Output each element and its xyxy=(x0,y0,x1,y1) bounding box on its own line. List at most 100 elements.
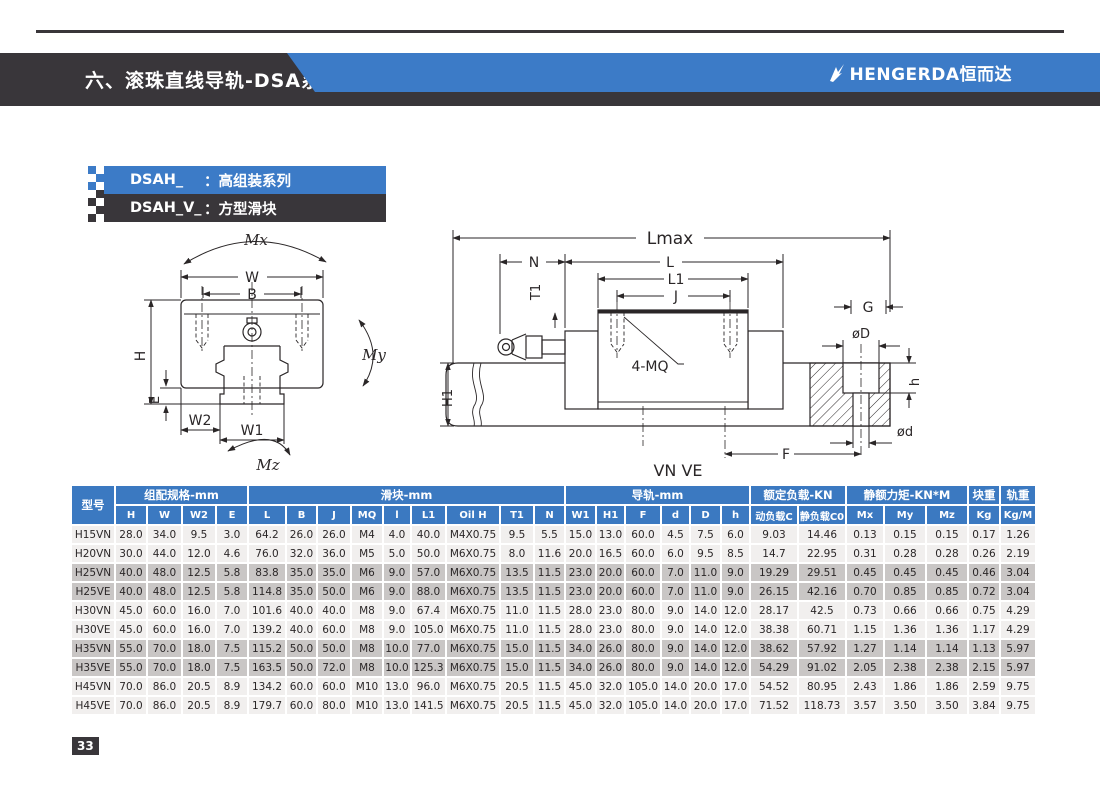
cell: M8 xyxy=(352,621,382,638)
table-row: H35VE55.070.018.07.5163.550.072.0M810.01… xyxy=(72,659,1035,676)
cell: 19.29 xyxy=(751,564,797,581)
column-header: l xyxy=(384,506,410,524)
cell: 11.6 xyxy=(535,545,564,562)
cell: 14.0 xyxy=(662,678,689,695)
cell: 23.0 xyxy=(597,621,624,638)
cell: 4.29 xyxy=(1001,602,1035,619)
table-row: H25VE40.048.012.55.8114.835.050.0M69.088… xyxy=(72,583,1035,600)
catalog-page: 六、滚珠直线导轨-DSA系列 HENGERDA恒而达 DSAH_：高组装系列 D… xyxy=(0,0,1100,802)
cell: 11.0 xyxy=(691,583,720,600)
cell: 20.0 xyxy=(691,697,720,714)
cell: 0.26 xyxy=(969,545,999,562)
cell-model: H45VN xyxy=(72,678,114,695)
cell: 0.85 xyxy=(885,583,925,600)
series-desc: ：高组装系列 xyxy=(204,170,291,191)
cell: 12.5 xyxy=(183,583,215,600)
cell: 115.2 xyxy=(249,640,285,657)
cell: 2.38 xyxy=(885,659,925,676)
cell: 14.0 xyxy=(691,621,720,638)
cell: 9.0 xyxy=(722,583,749,600)
dim-label-e: E xyxy=(148,396,163,404)
cell: 12.0 xyxy=(722,602,749,619)
column-header: T1 xyxy=(501,506,533,524)
cell: 9.5 xyxy=(183,526,215,543)
cell: 15.0 xyxy=(566,526,595,543)
cell: 88.0 xyxy=(412,583,445,600)
cell: 7.5 xyxy=(691,526,720,543)
cell: M4 xyxy=(352,526,382,543)
cell: 64.2 xyxy=(249,526,285,543)
column-group-header: 滑块-mm xyxy=(249,486,564,504)
cell: 86.0 xyxy=(148,697,181,714)
column-header: L1 xyxy=(412,506,445,524)
cell: 14.46 xyxy=(799,526,845,543)
cell: 77.0 xyxy=(412,640,445,657)
cell: 2.43 xyxy=(847,678,883,695)
cell: 44.0 xyxy=(148,545,181,562)
cell: 70.0 xyxy=(148,659,181,676)
cell: 83.8 xyxy=(249,564,285,581)
cell: M10 xyxy=(352,678,382,695)
cell: 0.45 xyxy=(885,564,925,581)
cell: 7.5 xyxy=(217,640,247,657)
cell: 28.0 xyxy=(566,602,595,619)
cell: 5.97 xyxy=(1001,640,1035,657)
cell: M8 xyxy=(352,659,382,676)
cell: 3.57 xyxy=(847,697,883,714)
cell: 16.5 xyxy=(597,545,624,562)
column-group-header: 导轨-mm xyxy=(566,486,749,504)
cell: 50.0 xyxy=(287,640,316,657)
cell: 17.0 xyxy=(722,678,749,695)
dim-label-mz: Mz xyxy=(255,456,279,474)
cell: 9.0 xyxy=(662,602,689,619)
cell: 22.95 xyxy=(799,545,845,562)
cell: 45.0 xyxy=(566,678,595,695)
cell: 13.5 xyxy=(501,583,533,600)
column-header: Mx xyxy=(847,506,883,524)
cell-model: H45VE xyxy=(72,697,114,714)
cell: 4.29 xyxy=(1001,621,1035,638)
cell: 0.66 xyxy=(927,602,967,619)
cell: 12.0 xyxy=(183,545,215,562)
cell-model: H30VN xyxy=(72,602,114,619)
cell: 12.0 xyxy=(722,621,749,638)
dim-label-t1: T1 xyxy=(529,284,544,301)
cell: 9.75 xyxy=(1001,678,1035,695)
series-label-square-block: DSAH_V_：方型滑块 xyxy=(104,194,386,222)
dim-label-h-small: h xyxy=(908,378,923,386)
cell: 80.0 xyxy=(626,621,660,638)
cell: 34.0 xyxy=(566,659,595,676)
cell: 40.0 xyxy=(412,526,445,543)
series-desc: ：方型滑块 xyxy=(204,198,277,219)
cell: 57.0 xyxy=(412,564,445,581)
dim-label-mq: 4-MQ xyxy=(631,359,668,375)
cell: M6X0.75 xyxy=(447,545,499,562)
column-group-header: 组配规格-mm xyxy=(116,486,247,504)
cell: 125.3 xyxy=(412,659,445,676)
cell: 0.28 xyxy=(885,545,925,562)
brand-logo: HENGERDA恒而达 xyxy=(827,53,1013,92)
cell: 1.14 xyxy=(927,640,967,657)
cell: 3.04 xyxy=(1001,564,1035,581)
column-group-header: 轨重 xyxy=(1001,486,1035,504)
header-blue-stripe: HENGERDA恒而达 xyxy=(287,53,1100,92)
dim-label-j: J xyxy=(673,289,678,305)
cell: M6X0.75 xyxy=(447,564,499,581)
column-header: d xyxy=(662,506,689,524)
cell: 20.5 xyxy=(501,678,533,695)
cell: 80.0 xyxy=(318,697,350,714)
spec-table: 型号组配规格-mm滑块-mm导轨-mm额定负载-KN静额力矩-KN*M块重轨重H… xyxy=(70,484,1037,716)
column-header: W2 xyxy=(183,506,215,524)
cell: M6X0.75 xyxy=(447,659,499,676)
table-row: H15VN28.034.09.53.064.226.026.0M44.040.0… xyxy=(72,526,1035,543)
cell: M6X0.75 xyxy=(447,621,499,638)
cell: 60.0 xyxy=(148,602,181,619)
cell-model: H35VN xyxy=(72,640,114,657)
column-header: D xyxy=(691,506,720,524)
column-header: Kg/M xyxy=(1001,506,1035,524)
cell: 105.0 xyxy=(626,697,660,714)
cell: 40.0 xyxy=(116,583,146,600)
cell: 9.0 xyxy=(662,640,689,657)
cell: 0.45 xyxy=(927,564,967,581)
cell: 32.0 xyxy=(597,697,624,714)
